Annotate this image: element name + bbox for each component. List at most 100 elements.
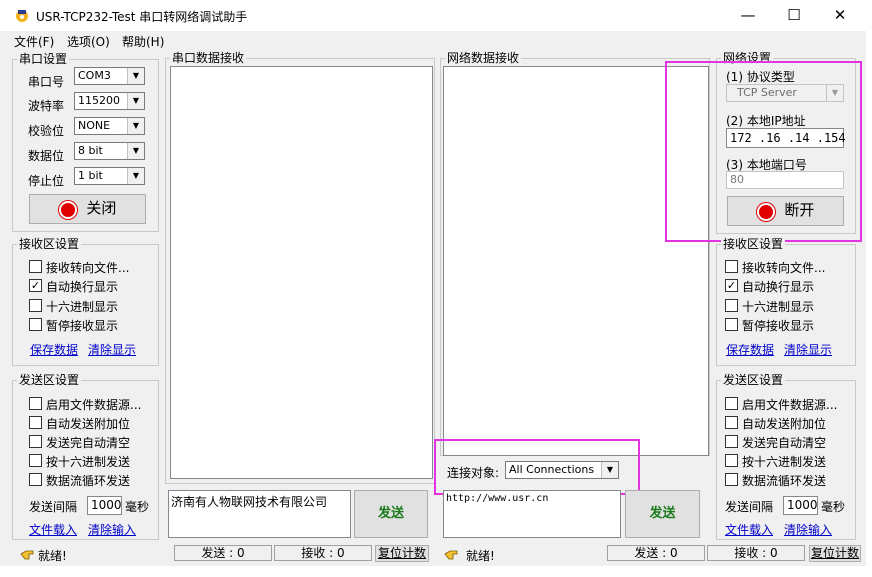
- serial-send-input[interactable]: 济南有人物联网技术有限公司: [168, 490, 351, 538]
- hand-pointer-icon: [20, 548, 34, 560]
- menu-bar: 文件(F) 选项(O) 帮助(H): [0, 31, 866, 49]
- right-send-opt-2-checkbox[interactable]: [725, 435, 738, 448]
- left-reset-count-button[interactable]: 复位计数: [375, 545, 429, 562]
- right-send-opt-0-checkbox[interactable]: [725, 397, 738, 410]
- right-recv-opt-2-checkbox[interactable]: [725, 299, 738, 312]
- right-send-count: 发送 : 0: [607, 545, 705, 561]
- databits-select[interactable]: 8 bit ▼: [74, 142, 145, 160]
- chevron-down-icon: ▼: [127, 68, 144, 84]
- serial-recv-title: 串口数据接收: [170, 51, 247, 65]
- left-recv-opt-0-label: 接收转向文件...: [46, 261, 130, 275]
- left-clear-input-link[interactable]: 清除输入: [88, 521, 136, 538]
- left-send-settings-title: 发送区设置: [17, 373, 82, 387]
- left-send-opt-4-checkbox[interactable]: [29, 473, 42, 486]
- left-send-opt-0-label: 启用文件数据源...: [46, 398, 142, 412]
- chevron-down-icon: ▼: [127, 93, 144, 109]
- left-send-opt-0-checkbox[interactable]: [29, 397, 42, 410]
- port-select[interactable]: COM3 ▼: [74, 67, 145, 85]
- parity-select[interactable]: NONE ▼: [74, 117, 145, 135]
- left-recv-settings-title: 接收区设置: [17, 237, 82, 251]
- left-recv-opt-3-checkbox[interactable]: [29, 318, 42, 331]
- right-recv-opt-1-label: 自动换行显示: [742, 280, 815, 294]
- left-interval-label: 发送间隔: [29, 500, 78, 514]
- maximize-button[interactable]: ☐: [771, 0, 817, 31]
- left-recv-count: 接收 : 0: [274, 545, 372, 561]
- serial-settings-title: 串口设置: [17, 52, 70, 66]
- highlight-box: [665, 61, 862, 242]
- right-send-opt-4-checkbox[interactable]: [725, 473, 738, 486]
- stopbits-select[interactable]: 1 bit ▼: [74, 167, 145, 185]
- left-send-opt-2-checkbox[interactable]: [29, 435, 42, 448]
- menu-help[interactable]: 帮助(H): [122, 33, 164, 50]
- title-bar: USR-TCP232-Test 串口转网络调试助手 — ☐ ✕: [0, 0, 872, 31]
- right-interval-unit: 毫秒: [821, 500, 846, 514]
- status-led-icon: [58, 201, 77, 219]
- serial-recv-textarea[interactable]: [170, 66, 433, 479]
- left-send-opt-3-label: 按十六进制发送: [46, 455, 131, 469]
- baud-label: 波特率: [28, 99, 65, 113]
- right-send-opt-1-label: 自动发送附加位: [742, 417, 827, 431]
- right-send-opt-1-checkbox[interactable]: [725, 416, 738, 429]
- right-file-load-link[interactable]: 文件载入: [725, 521, 773, 538]
- left-clear-display-link[interactable]: 清除显示: [88, 341, 136, 358]
- menu-options[interactable]: 选项(O): [67, 33, 110, 50]
- left-send-opt-3-checkbox[interactable]: [29, 454, 42, 467]
- left-recv-opt-2-checkbox[interactable]: [29, 299, 42, 312]
- chevron-down-icon: ▼: [127, 118, 144, 134]
- right-recv-opt-1-checkbox[interactable]: ✓: [725, 279, 738, 292]
- minimize-button[interactable]: —: [725, 0, 771, 31]
- right-recv-count: 接收 : 0: [707, 545, 805, 561]
- chevron-down-icon: ▼: [127, 143, 144, 159]
- stopbits-label: 停止位: [28, 174, 65, 188]
- port-label: 串口号: [28, 75, 65, 89]
- stopbits-value: 1 bit: [78, 169, 103, 182]
- right-send-opt-0-label: 启用文件数据源...: [742, 398, 838, 412]
- net-send-input[interactable]: http://www.usr.cn: [443, 490, 621, 538]
- chevron-down-icon: ▼: [601, 462, 618, 478]
- left-recv-opt-1-label: 自动换行显示: [46, 280, 119, 294]
- baud-value: 115200: [78, 94, 120, 107]
- left-recv-opt-0-checkbox[interactable]: [29, 260, 42, 273]
- net-send-button[interactable]: 发送: [625, 490, 700, 538]
- menu-file[interactable]: 文件(F): [14, 33, 54, 50]
- left-send-count: 发送 : 0: [174, 545, 272, 561]
- window-title: USR-TCP232-Test 串口转网络调试助手: [36, 10, 248, 24]
- databits-label: 数据位: [28, 149, 65, 163]
- left-save-data-link[interactable]: 保存数据: [30, 341, 78, 358]
- close-button[interactable]: ✕: [817, 0, 863, 31]
- left-recv-opt-3-label: 暂停接收显示: [46, 319, 119, 333]
- baud-select[interactable]: 115200 ▼: [74, 92, 145, 110]
- right-recv-settings-title: 接收区设置: [721, 237, 786, 251]
- left-send-opt-2-label: 发送完自动清空: [46, 436, 131, 450]
- hand-pointer-icon: [444, 548, 458, 560]
- port-value: COM3: [78, 69, 111, 82]
- right-reset-count-button[interactable]: 复位计数: [809, 545, 861, 562]
- serial-close-label: 关闭: [86, 198, 117, 217]
- right-send-opt-2-label: 发送完自动清空: [742, 436, 827, 450]
- connection-target-value: All Connections: [509, 463, 595, 476]
- left-interval-input[interactable]: 1000: [87, 496, 122, 515]
- right-clear-input-link[interactable]: 清除输入: [784, 521, 832, 538]
- left-file-load-link[interactable]: 文件载入: [29, 521, 77, 538]
- right-clear-display-link[interactable]: 清除显示: [784, 341, 832, 358]
- serial-send-button[interactable]: 发送: [354, 490, 428, 538]
- net-recv-title: 网络数据接收: [445, 51, 522, 65]
- right-interval-input[interactable]: 1000: [783, 496, 818, 515]
- left-recv-opt-1-checkbox[interactable]: ✓: [29, 279, 42, 292]
- right-save-data-link[interactable]: 保存数据: [726, 341, 774, 358]
- serial-close-button[interactable]: 关闭: [29, 194, 146, 224]
- left-send-opt-1-checkbox[interactable]: [29, 416, 42, 429]
- right-send-settings-title: 发送区设置: [721, 373, 786, 387]
- connection-target-label: 连接对象:: [447, 466, 500, 480]
- right-recv-opt-0-checkbox[interactable]: [725, 260, 738, 273]
- right-recv-opt-2-label: 十六进制显示: [742, 300, 815, 314]
- app-icon: [14, 7, 30, 23]
- connection-target-select[interactable]: All Connections ▼: [505, 461, 619, 479]
- chevron-down-icon: ▼: [127, 168, 144, 184]
- right-send-opt-4-label: 数据流循环发送: [742, 474, 827, 488]
- right-interval-label: 发送间隔: [725, 500, 774, 514]
- right-send-opt-3-checkbox[interactable]: [725, 454, 738, 467]
- right-send-opt-3-label: 按十六进制发送: [742, 455, 827, 469]
- right-recv-opt-3-checkbox[interactable]: [725, 318, 738, 331]
- left-recv-opt-2-label: 十六进制显示: [46, 300, 119, 314]
